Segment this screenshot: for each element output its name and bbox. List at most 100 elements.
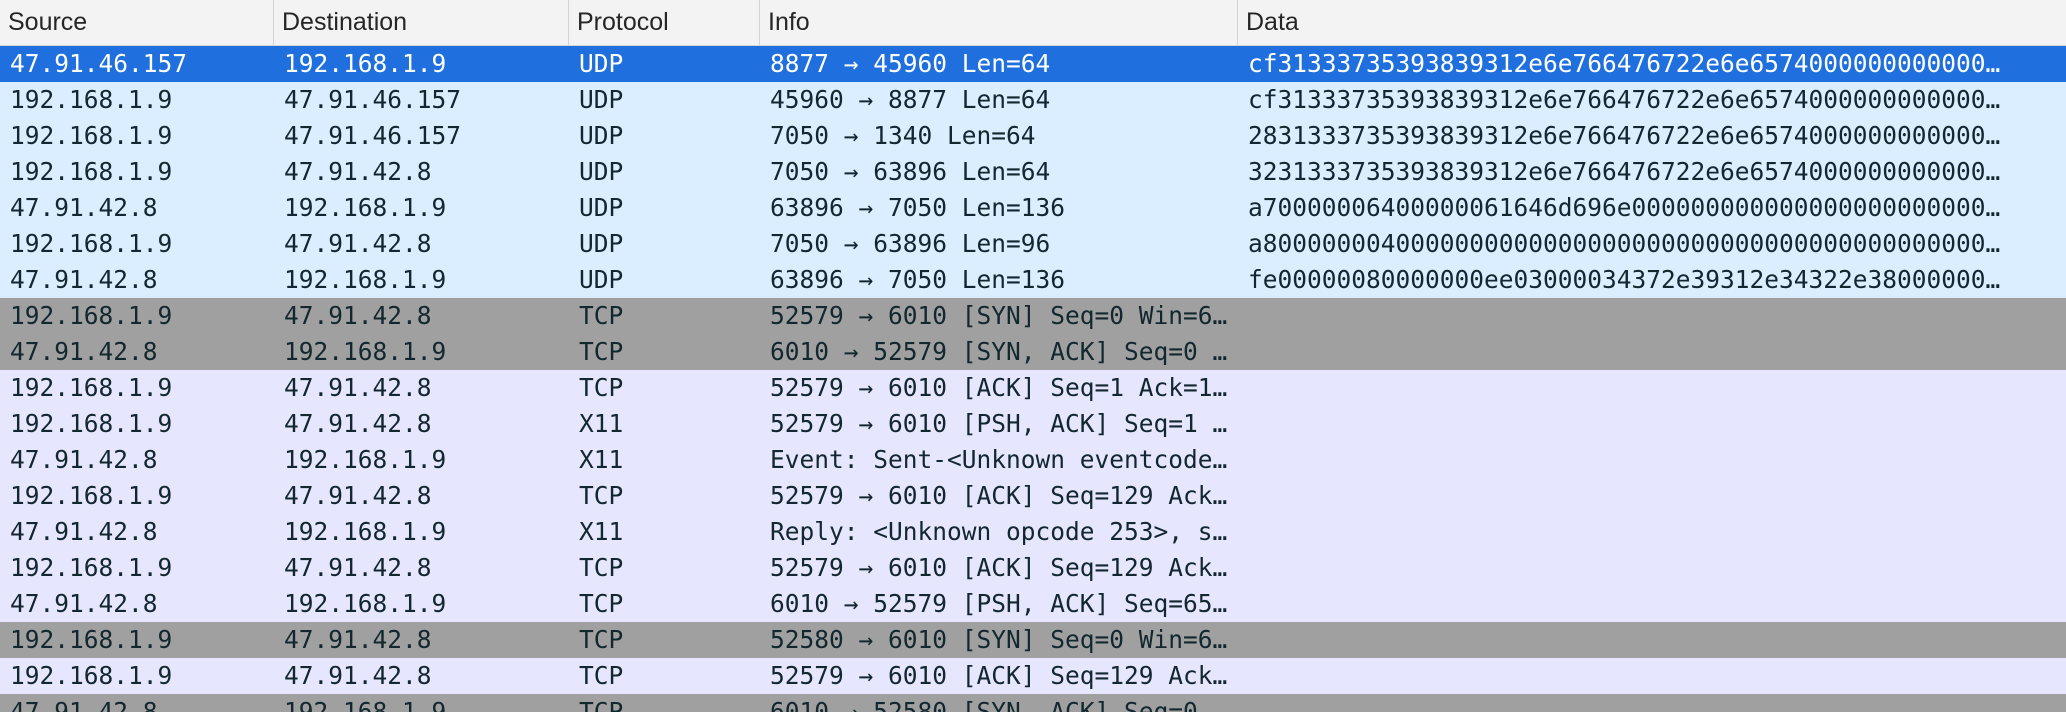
data-cell	[1238, 658, 2066, 694]
packet-row[interactable]: 192.168.1.9 47.91.42.8 TCP 52579 → 6010 [AC…	[0, 370, 2066, 406]
data-cell: a800000004000000000000000000000000000000…	[1248, 229, 2066, 258]
data-cell: fe00000080000000ee03000034372e39312e3432…	[1248, 265, 2066, 294]
packet-row[interactable]: 192.168.1.9 47.91.42.8 TCP 52579 → 6010 [AC…	[0, 550, 2066, 586]
destination-cell: 47.91.42.8	[284, 625, 432, 654]
destination-cell: 47.91.42.8	[284, 481, 432, 510]
info-cell: 7050 → 1340 Len=64	[770, 121, 1036, 150]
data-cell	[1238, 514, 2066, 550]
packet-rows: 47.91.46.157 192.168.1.9 UDP 8877 → 45960 L…	[0, 46, 2066, 712]
destination-cell: 47.91.42.8	[284, 301, 432, 330]
column-header-data[interactable]: Data	[1238, 0, 2066, 45]
protocol-cell: TCP	[579, 589, 624, 618]
packet-row[interactable]: 192.168.1.9 47.91.42.8 TCP 52579 → 6010 [AC…	[0, 478, 2066, 514]
info-cell: 52579 → 6010 [SYN] Seq=0 Win=65535 Len=0	[770, 301, 1238, 330]
destination-cell: 192.168.1.9	[284, 445, 447, 474]
info-cell: 6010 → 52580 [SYN, ACK] Seq=0 Ack=1	[770, 697, 1238, 712]
info-cell: 52579 → 6010 [PSH, ACK] Seq=1 Ack=1	[770, 409, 1238, 438]
info-cell: 63896 → 7050 Len=136	[770, 193, 1066, 222]
protocol-cell: TCP	[579, 481, 624, 510]
info-cell: 52579 → 6010 [ACK] Seq=129 Ack=97	[770, 661, 1238, 690]
packet-list: Source Destination Protocol Info Data 47…	[0, 0, 2066, 712]
protocol-cell: TCP	[579, 301, 624, 330]
destination-cell: 47.91.42.8	[284, 229, 432, 258]
protocol-cell: TCP	[579, 661, 624, 690]
info-cell: 7050 → 63896 Len=64	[770, 157, 1051, 186]
data-cell: cf31333735393839312e6e766476722e6e657400…	[1248, 85, 2066, 114]
protocol-cell: UDP	[579, 157, 624, 186]
data-cell: a70000006400000061646d696e00000000000000…	[1248, 193, 2066, 222]
source-cell: 47.91.42.8	[10, 193, 158, 222]
packet-row[interactable]: 192.168.1.9 47.91.42.8 UDP 7050 → 63896 Len…	[0, 154, 2066, 190]
packet-row[interactable]: 192.168.1.9 47.91.46.157 UDP 45960 → 8877 L…	[0, 82, 2066, 118]
data-cell: 2831333735393839312e6e766476722e6e657400…	[1248, 121, 2066, 150]
packet-row[interactable]: 192.168.1.9 47.91.42.8 UDP 7050 → 63896 Len…	[0, 226, 2066, 262]
destination-cell: 192.168.1.9	[284, 265, 447, 294]
packet-row[interactable]: 192.168.1.9 47.91.42.8 X11 52579 → 6010 [PS…	[0, 406, 2066, 442]
info-cell: 52579 → 6010 [ACK] Seq=129 Ack=65	[770, 553, 1238, 582]
source-cell: 47.91.42.8	[10, 337, 158, 366]
packet-row[interactable]: 47.91.42.8 192.168.1.9 TCP 6010 → 52580 [SY…	[0, 694, 2066, 712]
column-header: Source Destination Protocol Info Data	[0, 0, 2066, 46]
protocol-cell: TCP	[579, 697, 624, 712]
packet-row-selected[interactable]: 47.91.46.157 192.168.1.9 UDP 8877 → 45960 L…	[0, 46, 2066, 82]
info-cell: 7050 → 63896 Len=96	[770, 229, 1051, 258]
protocol-cell: TCP	[579, 337, 624, 366]
protocol-cell: X11	[579, 517, 624, 546]
packet-row[interactable]: 47.91.42.8 192.168.1.9 TCP 6010 → 52579 [PS…	[0, 586, 2066, 622]
source-cell: 47.91.42.8	[10, 589, 158, 618]
data-cell	[1238, 442, 2066, 478]
packet-row[interactable]: 192.168.1.9 47.91.42.8 TCP 52580 → 6010 [SY…	[0, 622, 2066, 658]
packet-row[interactable]: 47.91.42.8 192.168.1.9 TCP 6010 → 52579 [SY…	[0, 334, 2066, 370]
destination-cell: 47.91.42.8	[284, 553, 432, 582]
source-cell: 47.91.46.157	[10, 49, 188, 78]
protocol-cell: UDP	[579, 229, 624, 258]
source-cell: 192.168.1.9	[10, 373, 173, 402]
column-header-info[interactable]: Info	[760, 0, 1238, 45]
source-cell: 192.168.1.9	[10, 121, 173, 150]
source-cell: 192.168.1.9	[10, 85, 173, 114]
source-cell: 192.168.1.9	[10, 409, 173, 438]
source-cell: 192.168.1.9	[10, 229, 173, 258]
destination-cell: 47.91.42.8	[284, 661, 432, 690]
destination-cell: 47.91.42.8	[284, 157, 432, 186]
destination-cell: 192.168.1.9	[284, 517, 447, 546]
source-cell: 192.168.1.9	[10, 625, 173, 654]
protocol-cell: TCP	[579, 625, 624, 654]
destination-cell: 192.168.1.9	[284, 337, 447, 366]
packet-row[interactable]: 47.91.42.8 192.168.1.9 X11 Event: Sent-<Unk…	[0, 442, 2066, 478]
source-cell: 192.168.1.9	[10, 553, 173, 582]
info-cell: Reply: <Unknown opcode 253>, sequencenum…	[770, 517, 1238, 546]
data-cell	[1238, 298, 2066, 334]
data-cell	[1238, 694, 2066, 712]
data-cell	[1238, 622, 2066, 658]
protocol-cell: TCP	[579, 553, 624, 582]
info-cell: Event: Sent-<Unknown eventcode 0>	[770, 445, 1238, 474]
column-header-source[interactable]: Source	[0, 0, 274, 45]
protocol-cell: UDP	[579, 49, 624, 78]
protocol-cell: UDP	[579, 85, 624, 114]
source-cell: 192.168.1.9	[10, 481, 173, 510]
protocol-cell: X11	[579, 445, 624, 474]
destination-cell: 192.168.1.9	[284, 589, 447, 618]
packet-row[interactable]: 192.168.1.9 47.91.46.157 UDP 7050 → 1340 Le…	[0, 118, 2066, 154]
source-cell: 47.91.42.8	[10, 517, 158, 546]
protocol-cell: X11	[579, 409, 624, 438]
data-cell: cf31333735393839312e6e766476722e6e657400…	[1248, 49, 2066, 78]
destination-cell: 47.91.46.157	[284, 85, 462, 114]
info-cell: 45960 → 8877 Len=64	[770, 85, 1051, 114]
info-cell: 6010 → 52579 [PSH, ACK] Seq=65 Ack=129	[770, 589, 1238, 618]
packet-row[interactable]: 47.91.42.8 192.168.1.9 X11 Reply: <Unknown …	[0, 514, 2066, 550]
info-cell: 52579 → 6010 [ACK] Seq=1 Ack=1 Win=13171…	[770, 373, 1238, 402]
destination-cell: 47.91.46.157	[284, 121, 462, 150]
column-header-protocol[interactable]: Protocol	[569, 0, 760, 45]
column-header-destination[interactable]: Destination	[274, 0, 569, 45]
packet-row[interactable]: 192.168.1.9 47.91.42.8 TCP 52579 → 6010 [SY…	[0, 298, 2066, 334]
protocol-cell: UDP	[579, 121, 624, 150]
packet-row[interactable]: 192.168.1.9 47.91.42.8 TCP 52579 → 6010 [AC…	[0, 658, 2066, 694]
data-cell	[1238, 334, 2066, 370]
info-cell: 8877 → 45960 Len=64	[770, 49, 1051, 78]
info-cell: 63896 → 7050 Len=136	[770, 265, 1066, 294]
packet-row[interactable]: 47.91.42.8 192.168.1.9 UDP 63896 → 7050 Len…	[0, 262, 2066, 298]
info-cell: 52580 → 6010 [SYN] Seq=0 Win=65535 Len=0	[770, 625, 1238, 654]
packet-row[interactable]: 47.91.42.8 192.168.1.9 UDP 63896 → 7050 Len…	[0, 190, 2066, 226]
